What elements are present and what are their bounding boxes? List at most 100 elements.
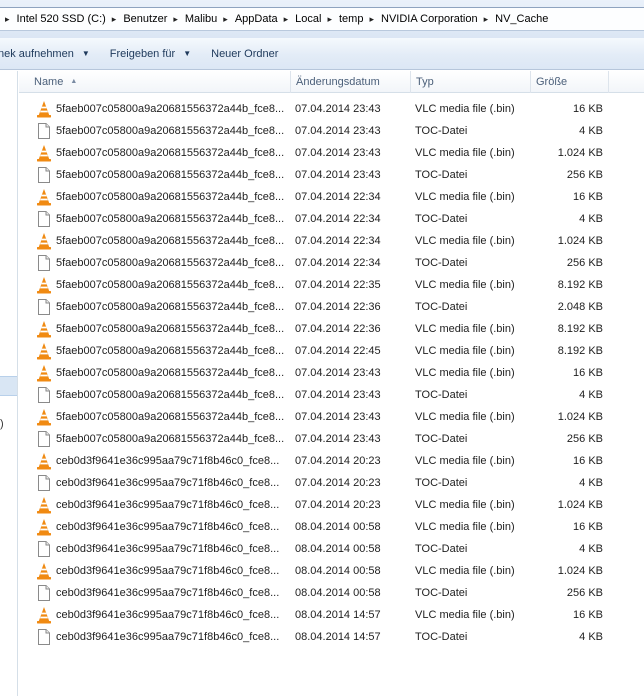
table-row[interactable]: 5faeb007c05800a9a20681556372a44b_fce8...… <box>19 142 644 164</box>
breadcrumb-item[interactable]: Benutzer ▸ <box>120 13 182 25</box>
breadcrumb-separator-icon[interactable]: ▸ <box>281 14 293 25</box>
file-type: VLC media file (.bin) <box>415 279 515 291</box>
file-size: 8.192 KB <box>557 345 603 357</box>
table-row[interactable]: ceb0d3f9641e36c995aa79c71f8b46c0_fce8...… <box>19 450 644 472</box>
include-in-library-button[interactable]: nek aufnehmen ▼ <box>0 43 100 65</box>
file-date: 07.04.2014 23:43 <box>295 411 381 423</box>
file-size: 16 KB <box>573 455 603 467</box>
table-row[interactable]: 5faeb007c05800a9a20681556372a44b_fce8...… <box>19 340 644 362</box>
file-size: 4 KB <box>579 631 603 643</box>
file-date: 07.04.2014 23:43 <box>295 169 381 181</box>
table-row[interactable]: ceb0d3f9641e36c995aa79c71f8b46c0_fce8...… <box>19 560 644 582</box>
file-size: 1.024 KB <box>557 565 603 577</box>
file-date: 07.04.2014 22:34 <box>295 235 381 247</box>
table-row[interactable]: 5faeb007c05800a9a20681556372a44b_fce8...… <box>19 164 644 186</box>
column-header-row: Name ▲ Änderungsdatum Typ Größe <box>19 71 644 93</box>
table-row[interactable]: ceb0d3f9641e36c995aa79c71f8b46c0_fce8...… <box>19 626 644 648</box>
file-date: 07.04.2014 22:36 <box>295 301 381 313</box>
document-icon <box>36 474 52 492</box>
table-row[interactable]: 5faeb007c05800a9a20681556372a44b_fce8...… <box>19 186 644 208</box>
table-row[interactable]: 5faeb007c05800a9a20681556372a44b_fce8...… <box>19 274 644 296</box>
file-size: 4 KB <box>579 477 603 489</box>
file-size: 16 KB <box>573 191 603 203</box>
file-name: 5faeb007c05800a9a20681556372a44b_fce8... <box>56 147 285 159</box>
column-header-name[interactable]: Name ▲ <box>19 71 291 93</box>
vlc-cone-icon <box>36 562 52 580</box>
file-size: 16 KB <box>573 609 603 621</box>
file-date: 08.04.2014 00:58 <box>295 565 381 577</box>
table-row[interactable]: ceb0d3f9641e36c995aa79c71f8b46c0_fce8...… <box>19 582 644 604</box>
file-size: 4 KB <box>579 213 603 225</box>
file-size: 16 KB <box>573 103 603 115</box>
table-row[interactable]: 5faeb007c05800a9a20681556372a44b_fce8...… <box>19 428 644 450</box>
breadcrumb-separator-icon[interactable]: ▸ <box>481 14 493 25</box>
table-row[interactable]: ceb0d3f9641e36c995aa79c71f8b46c0_fce8...… <box>19 538 644 560</box>
table-row[interactable]: 5faeb007c05800a9a20681556372a44b_fce8...… <box>19 318 644 340</box>
vlc-cone-icon <box>36 364 52 382</box>
breadcrumb-item-label: Local <box>295 13 322 25</box>
file-type: TOC-Datei <box>415 169 468 181</box>
breadcrumb-separator-icon[interactable]: ▸ <box>366 14 378 25</box>
file-name: ceb0d3f9641e36c995aa79c71f8b46c0_fce8... <box>56 609 280 621</box>
file-type: TOC-Datei <box>415 477 468 489</box>
breadcrumb-item[interactable]: Intel 520 SSD (C:) ▸ <box>14 13 121 25</box>
table-row[interactable]: 5faeb007c05800a9a20681556372a44b_fce8...… <box>19 252 644 274</box>
file-type: TOC-Datei <box>415 213 468 225</box>
table-row[interactable]: ceb0d3f9641e36c995aa79c71f8b46c0_fce8...… <box>19 472 644 494</box>
vlc-cone-icon <box>36 452 52 470</box>
vlc-cone-icon <box>36 144 52 162</box>
file-type: TOC-Datei <box>415 587 468 599</box>
table-row[interactable]: 5faeb007c05800a9a20681556372a44b_fce8...… <box>19 362 644 384</box>
file-name: 5faeb007c05800a9a20681556372a44b_fce8... <box>56 169 285 181</box>
file-date: 07.04.2014 23:43 <box>295 103 381 115</box>
table-row[interactable]: 5faeb007c05800a9a20681556372a44b_fce8...… <box>19 230 644 252</box>
vlc-cone-icon <box>36 342 52 360</box>
breadcrumb-separator-icon[interactable]: ▸ <box>324 14 336 25</box>
new-folder-button[interactable]: Neuer Ordner <box>211 43 288 65</box>
file-type: TOC-Datei <box>415 257 468 269</box>
file-name: 5faeb007c05800a9a20681556372a44b_fce8... <box>56 367 285 379</box>
table-row[interactable]: 5faeb007c05800a9a20681556372a44b_fce8...… <box>19 120 644 142</box>
file-name: 5faeb007c05800a9a20681556372a44b_fce8... <box>56 103 285 115</box>
breadcrumb-separator-icon[interactable]: ▸ <box>170 14 182 25</box>
table-row[interactable]: 5faeb007c05800a9a20681556372a44b_fce8...… <box>19 296 644 318</box>
table-row[interactable]: 5faeb007c05800a9a20681556372a44b_fce8...… <box>19 406 644 428</box>
file-type: VLC media file (.bin) <box>415 565 515 577</box>
nav-item-fragment[interactable]: ) <box>0 418 4 430</box>
file-list[interactable]: Name ▲ Änderungsdatum Typ Größe 5faeb007c… <box>19 71 644 696</box>
breadcrumb-item[interactable]: Malibu ▸ <box>182 13 232 25</box>
file-type: VLC media file (.bin) <box>415 147 515 159</box>
file-name: 5faeb007c05800a9a20681556372a44b_fce8... <box>56 389 285 401</box>
file-type: VLC media file (.bin) <box>415 455 515 467</box>
navigation-pane[interactable]: ) <box>0 71 18 696</box>
breadcrumb-separator-icon[interactable]: ▸ <box>2 14 14 25</box>
table-row[interactable]: 5faeb007c05800a9a20681556372a44b_fce8...… <box>19 98 644 120</box>
table-row[interactable]: ceb0d3f9641e36c995aa79c71f8b46c0_fce8...… <box>19 604 644 626</box>
breadcrumb-item[interactable]: NVIDIA Corporation ▸ <box>378 13 492 25</box>
breadcrumb-item[interactable]: temp ▸ <box>336 13 378 25</box>
breadcrumb-separator-icon[interactable]: ▸ <box>109 14 121 25</box>
breadcrumb-separator-icon[interactable]: ▸ <box>220 14 232 25</box>
column-header-date[interactable]: Änderungsdatum <box>291 71 411 93</box>
file-rows: 5faeb007c05800a9a20681556372a44b_fce8...… <box>19 98 644 648</box>
nav-selected-item[interactable] <box>0 376 17 396</box>
file-name: ceb0d3f9641e36c995aa79c71f8b46c0_fce8... <box>56 455 280 467</box>
column-header-type[interactable]: Typ <box>411 71 531 93</box>
column-header-size[interactable]: Größe <box>531 71 609 93</box>
breadcrumb-item[interactable]: NV_Cache <box>492 13 551 25</box>
vlc-cone-icon <box>36 232 52 250</box>
breadcrumb-item[interactable]: AppData ▸ <box>232 13 292 25</box>
breadcrumb[interactable]: ▸ Intel 520 SSD (C:) ▸ Benutzer ▸ Malibu ▸ AppD… <box>0 7 644 31</box>
table-row[interactable]: ceb0d3f9641e36c995aa79c71f8b46c0_fce8...… <box>19 516 644 538</box>
table-row[interactable]: 5faeb007c05800a9a20681556372a44b_fce8...… <box>19 384 644 406</box>
file-date: 07.04.2014 22:34 <box>295 191 381 203</box>
breadcrumb-item-label: Intel 520 SSD (C:) <box>16 13 106 25</box>
document-icon <box>36 298 52 316</box>
file-type: VLC media file (.bin) <box>415 323 515 335</box>
table-row[interactable]: 5faeb007c05800a9a20681556372a44b_fce8...… <box>19 208 644 230</box>
table-row[interactable]: ceb0d3f9641e36c995aa79c71f8b46c0_fce8...… <box>19 494 644 516</box>
vlc-cone-icon <box>36 496 52 514</box>
share-with-button[interactable]: Freigeben für ▼ <box>110 43 201 65</box>
breadcrumb-item[interactable]: Local ▸ <box>292 13 336 25</box>
document-icon <box>36 584 52 602</box>
